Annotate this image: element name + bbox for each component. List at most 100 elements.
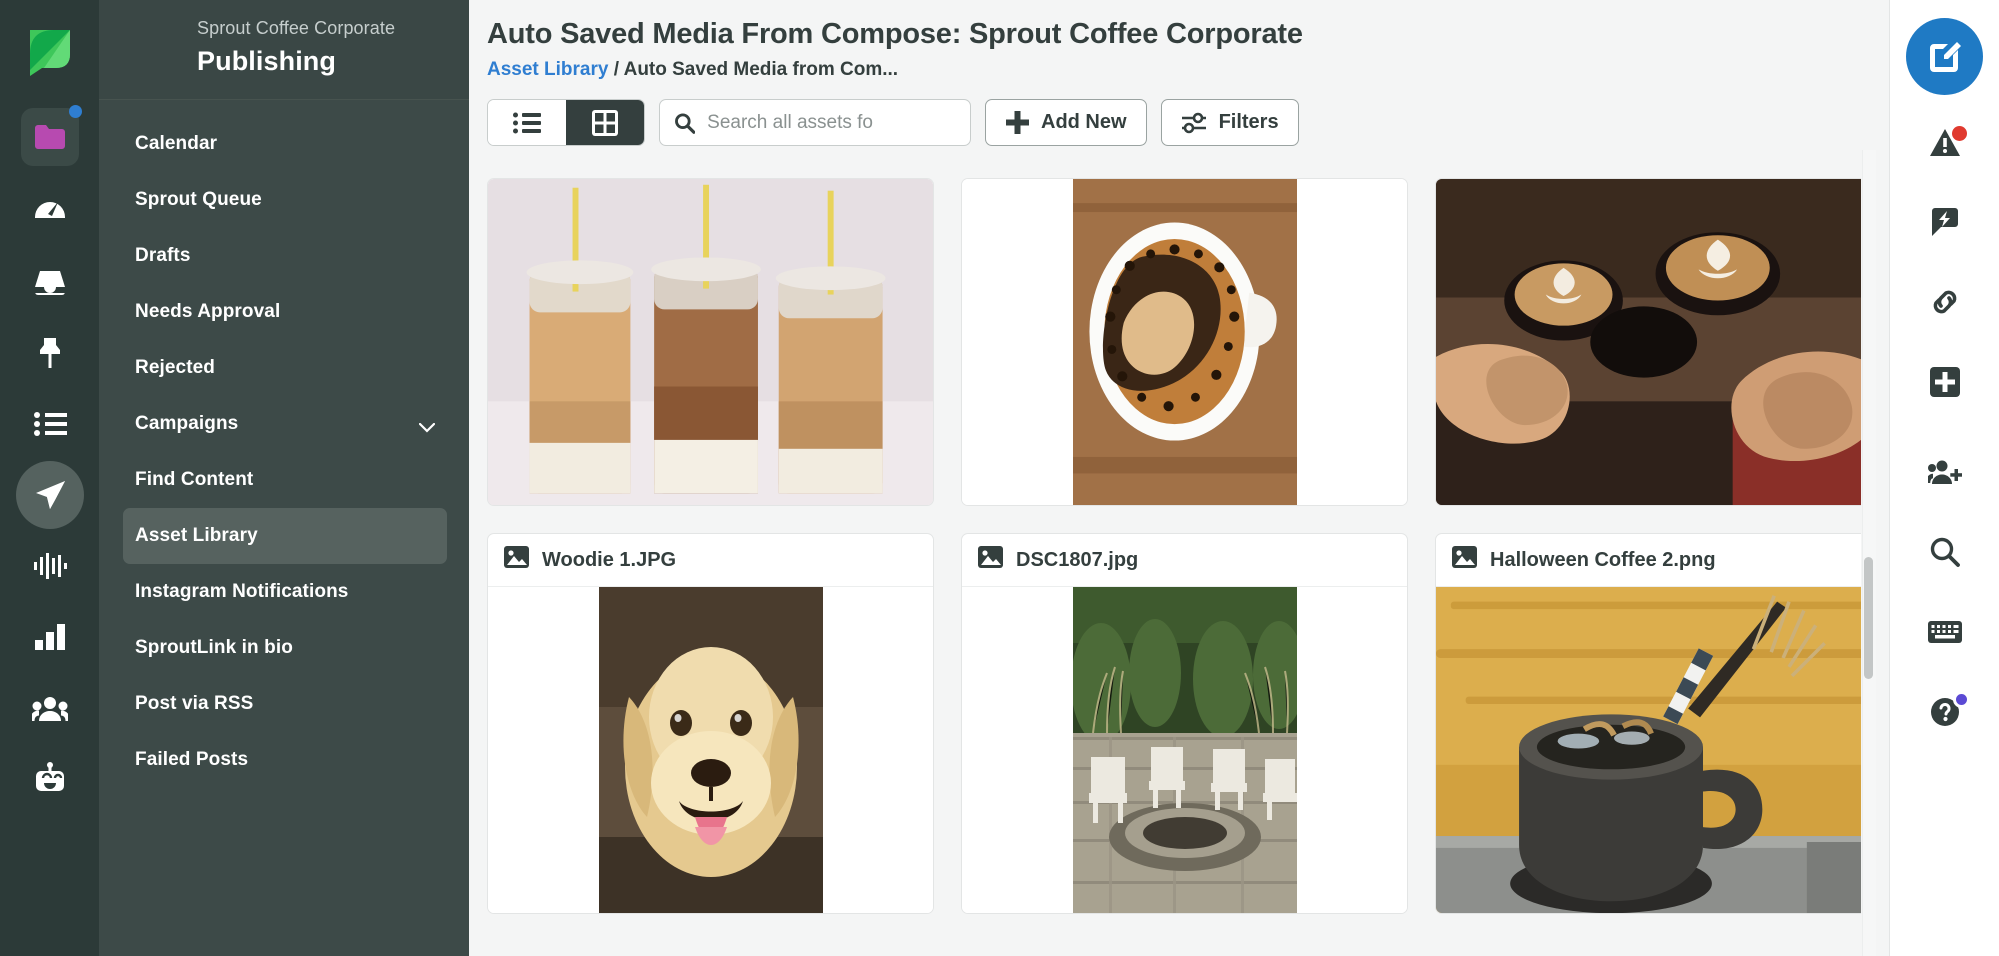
rail-item-listening[interactable] [0,530,99,601]
asset-card[interactable] [961,178,1408,506]
people-group-icon [31,696,68,721]
rail-item-smart-inbox[interactable] [0,246,99,317]
breadcrumb-current: Auto Saved Media from Com... [623,59,899,80]
sound-wave-icon [33,552,67,579]
rail-item-dashboard[interactable] [0,175,99,246]
search-input[interactable] [707,111,956,134]
rail-item-tasks[interactable] [0,388,99,459]
app-root: Sprout Coffee Corporate Publishing Calen… [0,0,1999,956]
search-icon [1930,537,1960,567]
sidebar-item-drafts[interactable]: Drafts [123,228,447,284]
compose-button[interactable] [1906,18,1983,95]
breadcrumb: Asset Library / Auto Saved Media from Co… [487,59,1889,81]
speedometer-icon [34,201,65,218]
link-icon [1933,290,1956,314]
filters-label: Filters [1218,111,1279,133]
help-badge [1952,691,1970,708]
grid-view-button[interactable] [566,100,644,145]
asset-thumbnail[interactable] [1436,587,1861,913]
sidebar-item-failed-posts[interactable]: Failed Posts [123,732,447,788]
account-name: Sprout Coffee Corporate [197,18,396,38]
breadcrumb-separator: / [613,59,620,80]
main-content: Auto Saved Media From Compose: Sprout Co… [469,0,1889,956]
asset-card[interactable] [1435,178,1861,506]
grid-icon [592,109,618,136]
image-file-icon [1452,546,1477,574]
rail-item-publishing[interactable] [0,459,99,530]
right-icon-rail [1889,0,1999,956]
sidebar-item-find-content[interactable]: Find Content [123,452,447,508]
publishing-sidebar: Sprout Coffee Corporate Publishing Calen… [99,0,483,956]
alerts-badge [1951,126,1967,141]
compose-pencil-icon [1929,41,1961,72]
search-box[interactable] [659,99,971,146]
page-section-title: Publishing [197,46,336,76]
alerts-button[interactable] [1890,109,1999,175]
asset-card-name: DSC1807.jpg [962,534,1407,587]
view-mode-toggle [487,99,645,146]
inbox-icon [34,270,65,295]
asset-card[interactable]: Woodie 1.JPG [487,533,934,914]
rail-item-assets-tile[interactable] [0,99,99,175]
add-item-button[interactable] [1890,349,1999,415]
sidebar-nav-list: Calendar Sprout Queue Drafts Needs Approval… [99,100,469,956]
search-icon [675,112,696,134]
list-view-button[interactable] [488,100,566,145]
main-scrollbar-thumb[interactable] [1864,557,1873,679]
sidebar-item-campaigns[interactable]: Campaigns [123,396,447,452]
sidebar-item-sprout-queue[interactable]: Sprout Queue [123,172,447,228]
asset-card-name: Woodie 1.JPG [488,534,933,587]
asset-card[interactable]: Halloween Coffee 2.png [1435,533,1861,914]
help-button[interactable] [1890,679,1999,745]
sidebar-item-label: Needs Approval [135,301,281,322]
asset-card[interactable] [487,178,934,506]
sidebar-item-post-via-rss[interactable]: Post via RSS [123,676,447,732]
sidebar-item-rejected[interactable]: Rejected [123,340,447,396]
asset-thumbnail[interactable] [488,587,933,913]
main-scrollbar-track[interactable] [1862,150,1876,956]
paper-plane-icon [35,480,65,509]
keyboard-shortcuts-button[interactable] [1890,599,1999,665]
add-new-label: Add New [1041,111,1127,133]
sidebar-item-calendar[interactable]: Calendar [123,116,447,172]
asset-filename: Halloween Coffee 2.png [1490,548,1716,571]
link-shortener-button[interactable] [1890,269,1999,335]
quick-actions-button[interactable] [1890,189,1999,255]
filters-button[interactable]: Filters [1160,99,1299,146]
global-search-button[interactable] [1890,519,1999,585]
asset-filename: DSC1807.jpg [1016,548,1139,571]
chevron-down-icon[interactable] [418,417,436,433]
bar-chart-icon [34,623,65,650]
sprout-leaf-logo[interactable] [0,0,99,99]
sidebar-item-instagram-notifications[interactable]: Instagram Notifications [123,564,447,620]
rail-item-bots[interactable] [0,743,99,814]
robot-icon [35,761,64,791]
asset-thumbnail[interactable] [962,179,1407,505]
asset-grid-wrapper: Woodie 1.JPG DSC1807.jpg Halloween Coffe… [487,178,1861,956]
sidebar-item-label: Asset Library [135,525,258,546]
sidebar-item-asset-library[interactable]: Asset Library [123,508,447,564]
keyboard-icon [1927,621,1962,643]
sidebar-item-label: Drafts [135,245,191,266]
sidebar-item-label: SproutLink in bio [135,637,293,658]
sidebar-item-sproutlink-in-bio[interactable]: SproutLink in bio [123,620,447,676]
invite-users-button[interactable] [1890,439,1999,505]
asset-thumbnail[interactable] [1436,179,1861,505]
sidebar-item-needs-approval[interactable]: Needs Approval [123,284,447,340]
list-icon [33,411,67,436]
add-new-button[interactable]: Add New [985,99,1147,146]
asset-grid: Woodie 1.JPG DSC1807.jpg Halloween Coffe… [487,178,1861,914]
sidebar-item-label: Find Content [135,469,254,490]
asset-thumbnail[interactable] [962,587,1407,913]
asset-thumbnail[interactable] [488,179,933,505]
rail-item-employee-advocacy[interactable] [0,672,99,743]
sidebar-item-label: Post via RSS [135,693,254,714]
rail-item-reports[interactable] [0,601,99,672]
list-icon [513,112,541,133]
breadcrumb-root-link[interactable]: Asset Library [487,59,608,80]
page-title: Auto Saved Media From Compose: Sprout Co… [487,18,1303,50]
rail-item-pinned[interactable] [0,317,99,388]
asset-card[interactable]: DSC1807.jpg [961,533,1408,914]
sidebar-item-label: Instagram Notifications [135,581,349,602]
lightning-chat-icon [1931,208,1958,236]
